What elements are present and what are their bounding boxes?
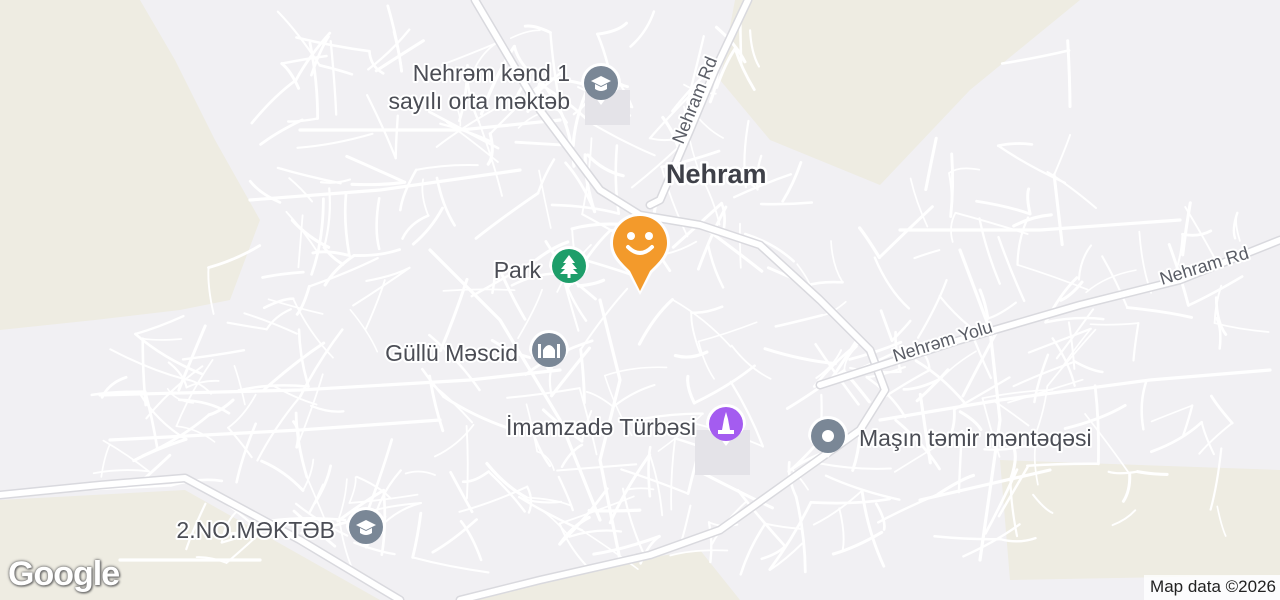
poi-label-school-1-line2: sayılı orta məktəb (388, 88, 570, 114)
map-attribution[interactable]: Map data ©2026 (1144, 575, 1280, 600)
farmland-southeast (1000, 460, 1280, 580)
city-label: Nehram (666, 159, 767, 189)
poi-label-mosque: Güllü Məscid (385, 340, 518, 366)
poi-label-park: Park (494, 257, 542, 283)
map-canvas[interactable]: Nehram Rd Nehram Rd Nehrəm Yolu Nehram N… (0, 0, 1280, 600)
street-segment (739, 222, 742, 269)
poi-label-repair: Maşın təmir məntəqəsi (859, 425, 1092, 451)
poi-label-school-2: 2.NO.MƏKTƏB (176, 517, 335, 543)
poi-label-school-1-line1: Nehrəm kənd 1 (413, 60, 570, 86)
google-logo[interactable]: Google (8, 555, 120, 594)
poi-label-mausoleum: İmamzadə Türbəsi (506, 414, 696, 440)
